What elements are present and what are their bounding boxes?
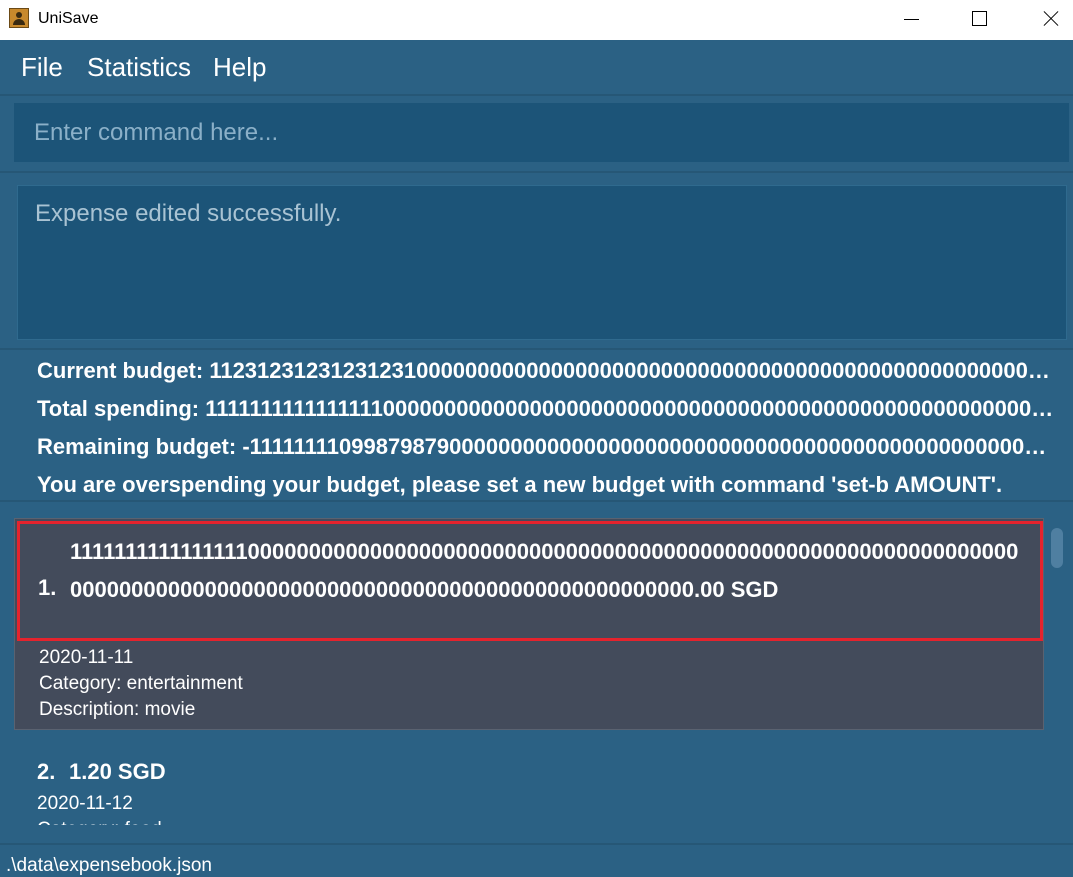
- expense-index: 1.: [38, 575, 57, 600]
- maximize-icon[interactable]: [956, 0, 1002, 40]
- expense-details: 2020-11-11 Category: entertainment Descr…: [39, 645, 243, 723]
- expense-date: 2020-11-11: [39, 647, 134, 668]
- window-title: UniSave: [38, 10, 99, 27]
- menu-help[interactable]: Help: [213, 52, 266, 83]
- result-display[interactable]: Expense edited successfully.: [17, 185, 1067, 340]
- scrollbar-thumb[interactable]: [1051, 528, 1063, 568]
- expense-category: Category: entertainment: [39, 673, 243, 694]
- expense-list[interactable]: 1. 1111111111111111000000000000000000000…: [14, 518, 1044, 825]
- expense-description: Description: movie: [39, 699, 196, 720]
- list-scrollbar[interactable]: [1048, 520, 1066, 825]
- title-bar: UniSave: [0, 0, 1073, 40]
- close-icon[interactable]: [1027, 0, 1073, 40]
- expense-amount: 1111111111111111000000000000000000000000…: [70, 539, 1019, 602]
- menu-file[interactable]: File: [21, 52, 63, 83]
- expense-index: 2.: [37, 759, 56, 784]
- expense-amount: 1.20 SGD: [69, 759, 166, 784]
- app-icon: [9, 8, 29, 28]
- menu-statistics[interactable]: Statistics: [87, 52, 191, 83]
- divider: [0, 500, 1073, 502]
- expense-date: 2020-11-12: [37, 793, 133, 814]
- minimize-icon[interactable]: [888, 0, 934, 40]
- budget-panel: Current budget: 112312312312312310000000…: [37, 355, 1057, 507]
- result-message: Expense edited successfully.: [35, 200, 342, 227]
- expense-card-selected[interactable]: 1. 1111111111111111000000000000000000000…: [14, 518, 1044, 730]
- file-path: .\data\expensebook.json: [6, 855, 212, 876]
- remaining-budget: Remaining budget: -111111110998798790000…: [37, 434, 1057, 459]
- menu-bar: File Statistics Help: [0, 40, 1073, 96]
- expense-details: 2020-11-12 Category: food: [37, 791, 162, 825]
- status-bar: .\data\expensebook.json: [0, 843, 1073, 876]
- divider: [0, 171, 1073, 173]
- divider: [0, 348, 1073, 350]
- command-input[interactable]: [14, 103, 1069, 162]
- expense-category: Category: food: [37, 817, 162, 825]
- current-budget: Current budget: 112312312312312310000000…: [37, 358, 1057, 383]
- total-spending: Total spending: 111111111111111100000000…: [37, 396, 1057, 421]
